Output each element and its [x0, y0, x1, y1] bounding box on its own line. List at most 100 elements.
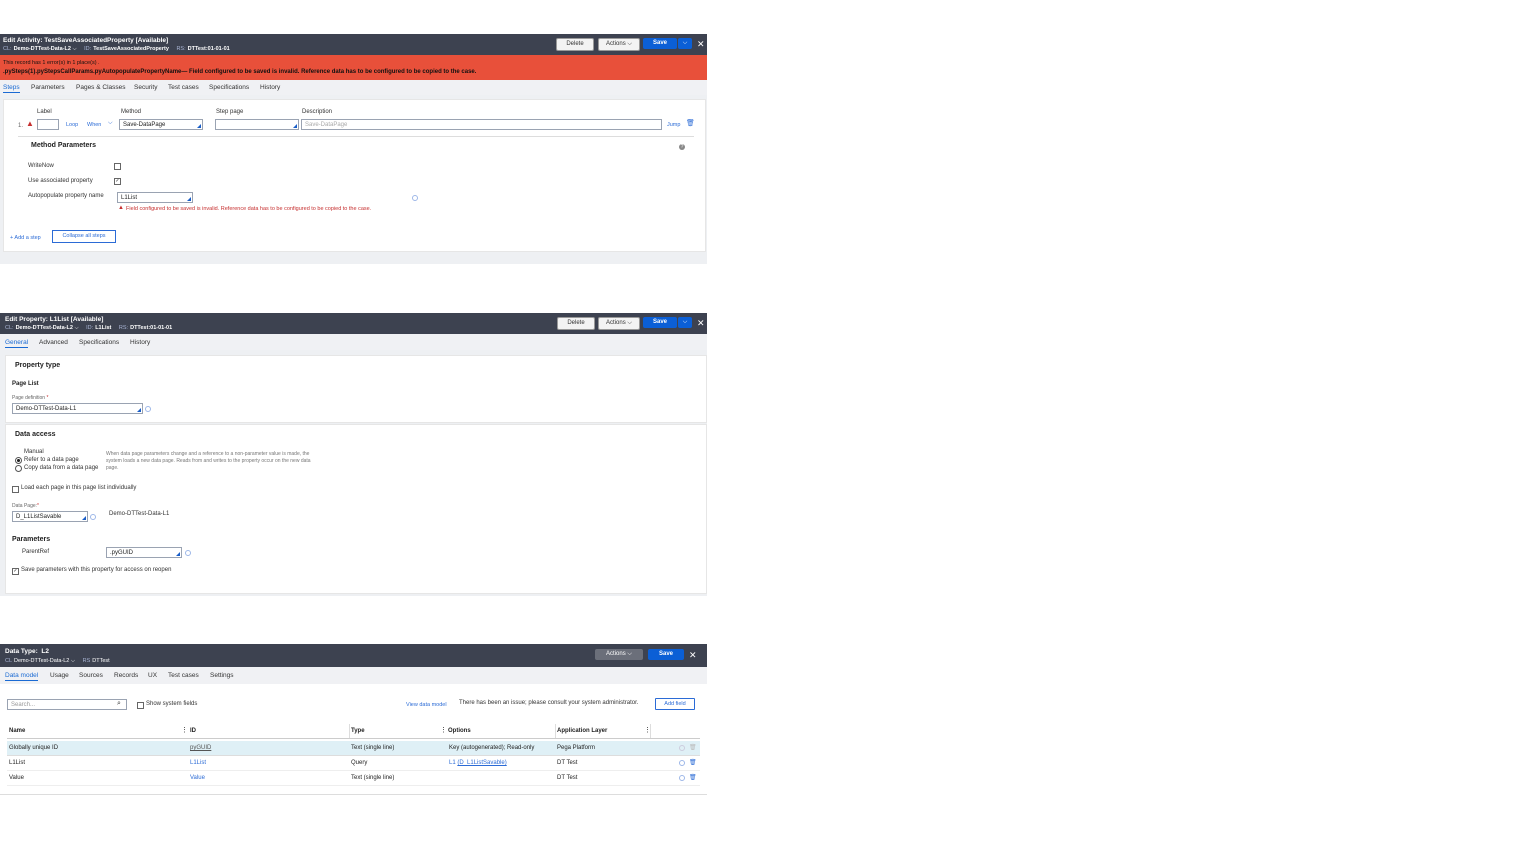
field-type: Text (single line) — [351, 775, 395, 781]
help-icon[interactable]: ? — [679, 144, 685, 150]
gear-icon[interactable] — [679, 775, 685, 781]
tab-history[interactable]: History — [130, 339, 150, 346]
col-app-layer[interactable]: Application Layer — [557, 728, 607, 734]
chevron-down-icon[interactable]: ⌵ — [69, 658, 76, 664]
add-field-button[interactable]: Add field — [655, 698, 695, 710]
table-row[interactable]: L1List L1List Query L1 (D_L1ListSavable)… — [7, 756, 700, 771]
use-assoc-checkbox[interactable]: ✓ — [114, 178, 121, 185]
class-link[interactable]: Demo-DTTest-Data-L2 — [14, 658, 69, 664]
save-button[interactable]: Save — [643, 38, 677, 49]
tab-sources[interactable]: Sources — [79, 672, 103, 679]
page-def-input[interactable]: Demo-DTTest-Data-L1 — [12, 403, 143, 414]
add-step-link[interactable]: + Add a step — [10, 235, 41, 241]
col-id[interactable]: ID — [190, 728, 196, 734]
actions-button[interactable]: Actions ⌵ — [598, 38, 640, 51]
delete-button[interactable]: Delete — [557, 317, 595, 330]
tab-general[interactable]: General — [5, 339, 29, 348]
tab-data-model[interactable]: Data model — [5, 672, 39, 681]
tab-advanced[interactable]: Advanced — [39, 339, 68, 346]
table-row[interactable]: Value Value Text (single line) DT Test 🗑 — [7, 771, 700, 786]
col-type[interactable]: Type — [351, 728, 365, 734]
class-link[interactable]: Demo-DTTest-Data-L2 — [14, 46, 71, 52]
gear-icon[interactable] — [679, 760, 685, 766]
jump-link[interactable]: Jump — [667, 122, 680, 128]
tab-parameters[interactable]: Parameters — [31, 84, 65, 91]
parentref-input[interactable]: .pyGUID — [106, 547, 182, 558]
actions-button[interactable]: Actions ⌵ — [598, 317, 640, 330]
tab-records[interactable]: Records — [114, 672, 138, 679]
step-number: 1. — [18, 123, 24, 129]
collapse-all-button[interactable]: Collapse all steps — [52, 230, 116, 243]
gear-icon[interactable] — [679, 745, 685, 751]
save-menu-chevron-icon[interactable]: ⌵ — [678, 317, 692, 328]
close-icon[interactable]: ✕ — [697, 40, 705, 49]
gear-icon[interactable] — [412, 195, 418, 201]
col-divider — [349, 724, 350, 738]
table-row[interactable]: Globally unique ID pyGUID Text (single l… — [7, 741, 700, 756]
field-id[interactable]: pyGUID — [190, 741, 211, 755]
loop-link[interactable]: Loop — [66, 122, 78, 128]
view-data-model-link[interactable]: View data model — [406, 702, 447, 708]
save-button[interactable]: Save — [643, 317, 677, 328]
save-params-checkbox[interactable]: ✓ — [12, 568, 19, 575]
refer-radio[interactable] — [15, 457, 22, 464]
more-vertical-icon[interactable]: ⋮ — [181, 726, 188, 734]
property-meta: CL: Demo-DTTest-Data-L2 ⌵ ID: L1List RS: DT… — [5, 325, 173, 331]
tab-history[interactable]: History — [260, 84, 280, 91]
field-options-link[interactable]: L1 (D_L1ListSavable) — [449, 756, 507, 770]
data-access-note: When data page parameters change and a r… — [106, 451, 311, 471]
tab-specifications[interactable]: Specifications — [209, 84, 249, 91]
description-input[interactable]: Save-DataPage — [301, 119, 662, 130]
close-icon[interactable]: ✕ — [697, 319, 705, 328]
tab-specifications[interactable]: Specifications — [79, 339, 119, 346]
gear-icon[interactable] — [90, 514, 96, 520]
trash-icon[interactable]: 🗑 — [686, 119, 695, 127]
chevron-down-icon[interactable]: ⌵ — [73, 325, 80, 331]
writenow-checkbox[interactable] — [114, 163, 121, 170]
chevron-down-icon[interactable]: ⌵ — [108, 120, 113, 127]
col-name[interactable]: Name — [9, 728, 25, 734]
tab-security[interactable]: Security — [134, 84, 157, 91]
gear-icon[interactable] — [145, 406, 151, 412]
trash-icon[interactable]: 🗑 — [689, 756, 697, 770]
copy-radio[interactable] — [15, 465, 22, 472]
field-name: L1List — [9, 760, 26, 766]
class-link[interactable]: Demo-DTTest-Data-L2 — [16, 325, 73, 331]
label-column-header: Label — [37, 109, 52, 115]
field-id[interactable]: Value — [190, 771, 205, 785]
label-input[interactable] — [37, 119, 59, 130]
autopop-error: Field configured to be saved is invalid.… — [126, 206, 372, 212]
col-options[interactable]: Options — [448, 728, 471, 734]
datatype-tabs: Data model Usage Sources Records UX Test… — [0, 667, 707, 685]
trash-icon[interactable]: 🗑 — [689, 741, 697, 755]
tab-settings[interactable]: Settings — [210, 672, 234, 679]
steppage-input[interactable] — [215, 119, 299, 130]
issue-message: There has been an issue; please consult … — [459, 700, 639, 706]
data-page-input[interactable]: D_L1ListSavable — [12, 511, 88, 522]
when-link[interactable]: When — [87, 122, 101, 128]
tab-usage[interactable]: Usage — [50, 672, 69, 679]
load-each-checkbox[interactable] — [12, 486, 19, 493]
tab-test-cases[interactable]: Test cases — [168, 84, 199, 91]
autopop-input[interactable]: L1List — [117, 192, 193, 203]
show-system-checkbox[interactable] — [137, 702, 144, 709]
tab-test-cases[interactable]: Test cases — [168, 672, 199, 679]
method-input[interactable]: Save-DataPage — [119, 119, 203, 130]
error-detail: .pySteps(1).pyStepsCallParams.pyAutopopu… — [3, 69, 477, 75]
tab-pages-classes[interactable]: Pages & Classes — [76, 84, 126, 91]
trash-icon[interactable]: 🗑 — [689, 771, 697, 785]
save-button[interactable]: Save — [648, 649, 684, 660]
method-column-header: Method — [121, 109, 142, 115]
more-vertical-icon[interactable]: ⋮ — [440, 726, 447, 734]
save-menu-chevron-icon[interactable]: ⌵ — [678, 38, 692, 49]
close-icon[interactable]: ✕ — [689, 651, 697, 660]
tab-ux[interactable]: UX — [148, 672, 157, 679]
gear-icon[interactable] — [185, 550, 191, 556]
tab-steps[interactable]: Steps — [3, 84, 20, 93]
delete-button[interactable]: Delete — [556, 38, 594, 51]
field-id[interactable]: L1List — [190, 756, 206, 770]
actions-button[interactable]: Actions ⌵ — [595, 649, 643, 660]
search-input[interactable]: Search... — [7, 699, 127, 710]
search-icon[interactable]: ⌕ — [117, 700, 121, 708]
chevron-down-icon[interactable]: ⌵ — [71, 46, 78, 52]
